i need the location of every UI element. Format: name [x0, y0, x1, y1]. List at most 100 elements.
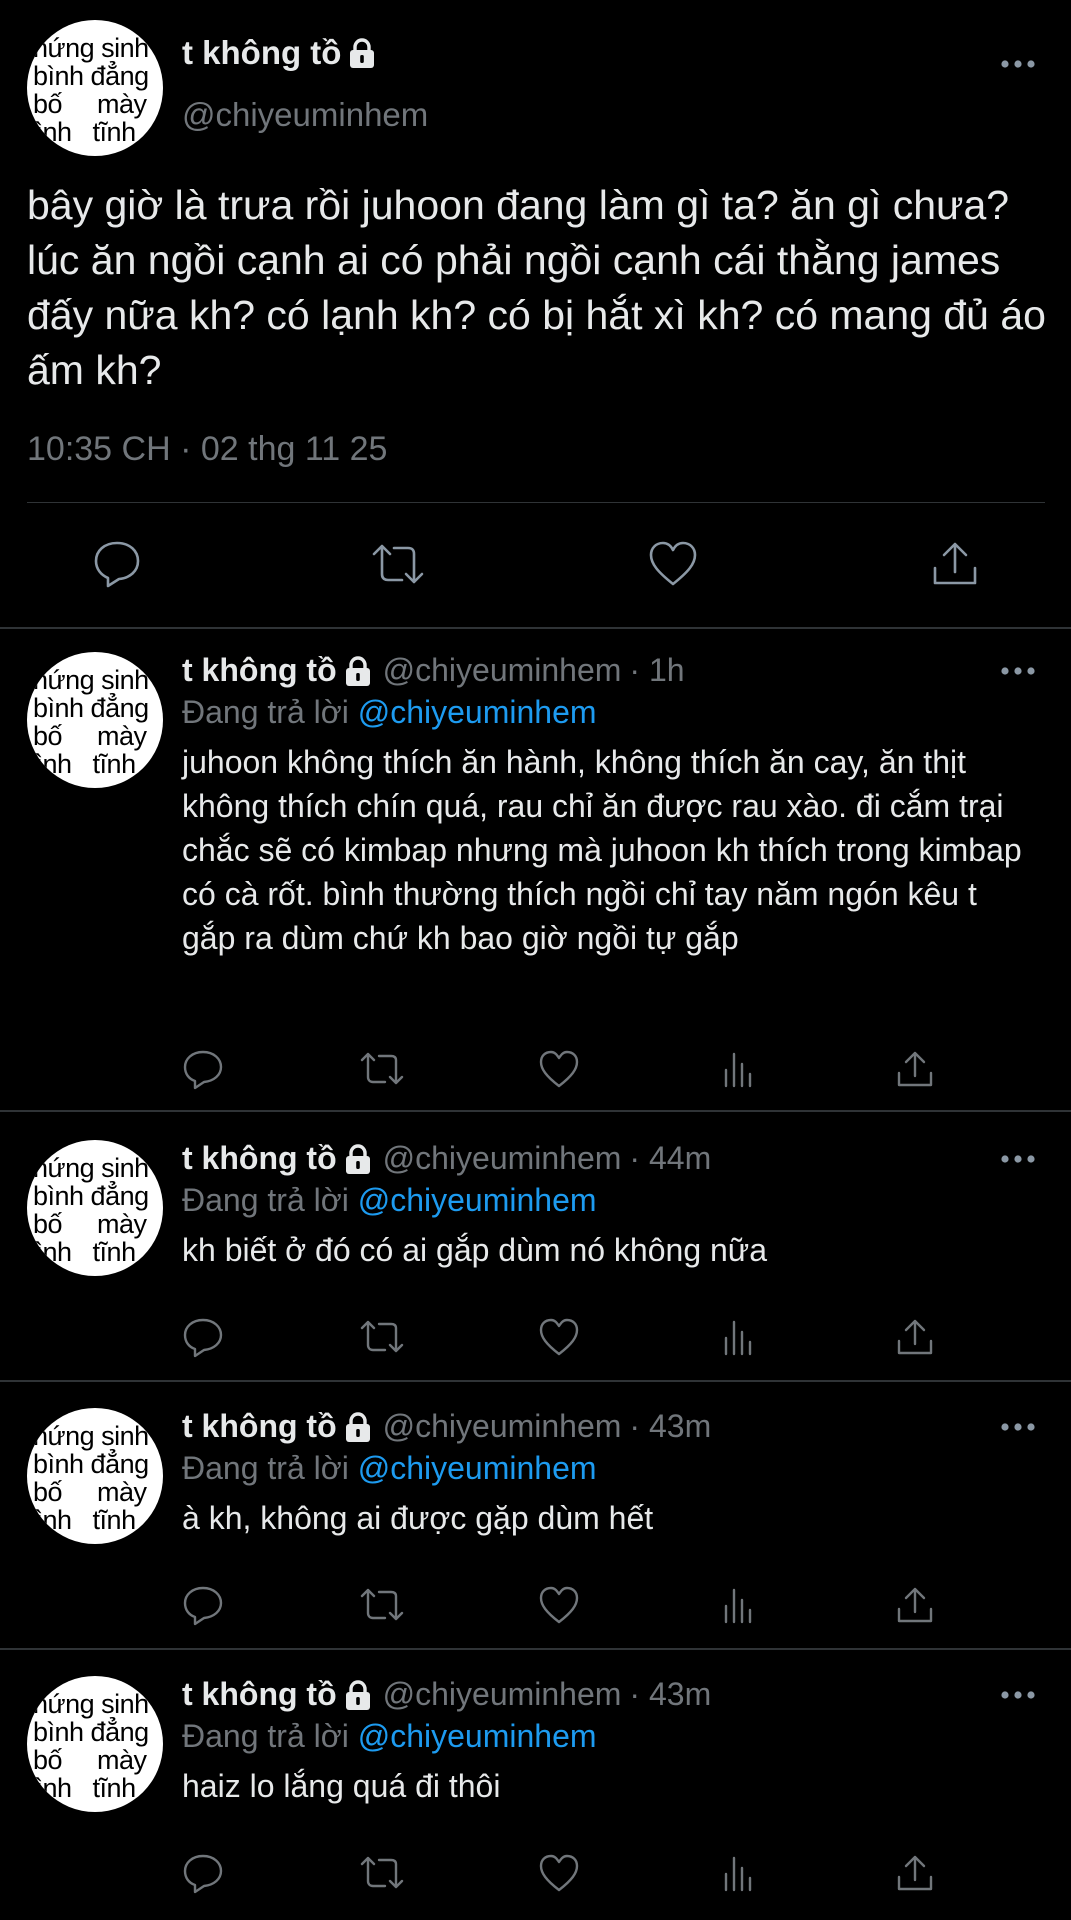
avatar-text-line: bố mày — [33, 721, 147, 751]
avatar-text-line: bố mày — [33, 89, 147, 119]
analytics-icon[interactable] — [718, 1852, 760, 1894]
like-icon[interactable] — [538, 1048, 580, 1090]
handle[interactable]: @chiyeuminhem — [383, 1408, 622, 1445]
display-name[interactable]: t không tồ — [182, 34, 377, 72]
reply-text: kh biết ở đó có ai gắp dùm nó không nữa — [182, 1232, 768, 1268]
avatar[interactable]: hứng sinh bình đẳng bố mày bình tĩnh — [27, 652, 163, 788]
mention-link[interactable]: @chiyeuminhem — [358, 1182, 597, 1218]
avatar-text-line: hứng sinh — [33, 665, 149, 695]
avatar-text-line: bình tĩnh — [27, 1237, 136, 1267]
like-icon[interactable] — [648, 538, 698, 590]
handle[interactable]: @chiyeuminhem — [182, 96, 428, 134]
lock-icon — [343, 1679, 373, 1711]
avatar[interactable]: hứng sinh bình đẳng bố mày bình tĩnh — [27, 1408, 163, 1544]
reply-header: t không tồ @chiyeuminhem · 43m — [182, 1676, 711, 1713]
handle[interactable]: @chiyeuminhem — [383, 1676, 622, 1713]
analytics-icon[interactable] — [718, 1048, 760, 1090]
display-name[interactable]: t không tồ — [182, 1140, 337, 1177]
relative-time[interactable]: · 1h — [629, 652, 684, 689]
mention-link[interactable]: @chiyeuminhem — [358, 1450, 597, 1486]
more-icon[interactable] — [1000, 58, 1036, 70]
reply-header: t không tồ @chiyeuminhem · 1h — [182, 652, 685, 689]
more-icon[interactable] — [1000, 1421, 1036, 1433]
replying-to: Đang trả lời @chiyeuminhem — [182, 1182, 597, 1219]
reply-tweet[interactable]: hứng sinh bình đẳng bố mày bình tĩnh t k… — [0, 1408, 1071, 1648]
share-icon[interactable] — [894, 1316, 936, 1358]
replying-label: Đang trả lời — [182, 1182, 349, 1218]
handle[interactable]: @chiyeuminhem — [383, 652, 622, 689]
avatar-text-line: bình đẳng — [33, 693, 149, 723]
avatar-text-line: bình tĩnh — [27, 117, 136, 147]
retweet-icon[interactable] — [358, 1048, 406, 1090]
main-tweet: hứng sinh bình đẳng bố mày bình tĩnh t k… — [0, 0, 1071, 627]
relative-time[interactable]: · 44m — [629, 1140, 711, 1177]
retweet-icon[interactable] — [358, 1584, 406, 1626]
retweet-icon[interactable] — [370, 538, 426, 590]
display-name[interactable]: t không tồ — [182, 1408, 337, 1445]
lock-icon — [343, 1143, 373, 1175]
retweet-icon[interactable] — [358, 1852, 406, 1894]
analytics-icon[interactable] — [718, 1316, 760, 1358]
like-icon[interactable] — [538, 1316, 580, 1358]
reply-icon[interactable] — [182, 1316, 224, 1358]
relative-time[interactable]: · 43m — [629, 1676, 711, 1713]
reply-text: haiz lo lắng quá đi thôi — [182, 1768, 501, 1804]
reply-icon[interactable] — [182, 1584, 224, 1626]
replying-label: Đang trả lời — [182, 1718, 349, 1754]
divider — [0, 1380, 1071, 1382]
avatar-text-line: bố mày — [33, 1209, 147, 1239]
avatar-text-line: bình đẳng — [33, 61, 149, 91]
mention-link[interactable]: @chiyeuminhem — [358, 694, 597, 730]
share-icon[interactable] — [894, 1852, 936, 1894]
display-name[interactable]: t không tồ — [182, 652, 337, 689]
reply-icon[interactable] — [182, 1048, 224, 1090]
reply-text: à kh, không ai được gặp dùm hết — [182, 1500, 654, 1536]
display-name-text: t không tồ — [182, 34, 342, 71]
avatar-text-line: hứng sinh — [33, 33, 149, 63]
retweet-icon[interactable] — [358, 1316, 406, 1358]
more-icon[interactable] — [1000, 1689, 1036, 1701]
avatar-text-line: bình tĩnh — [27, 1505, 136, 1535]
more-icon[interactable] — [1000, 1153, 1036, 1165]
like-icon[interactable] — [538, 1852, 580, 1894]
replying-to: Đang trả lời @chiyeuminhem — [182, 1718, 597, 1755]
reply-icon[interactable] — [182, 1852, 224, 1894]
avatar-text-line: hứng sinh — [33, 1689, 149, 1719]
analytics-icon[interactable] — [718, 1584, 760, 1626]
avatar-text-line: bình đẳng — [33, 1181, 149, 1211]
more-icon[interactable] — [1000, 665, 1036, 677]
mention-link[interactable]: @chiyeuminhem — [358, 1718, 597, 1754]
avatar-text-line: hứng sinh — [33, 1421, 149, 1451]
separator — [27, 502, 1045, 503]
avatar-text-line: hứng sinh — [33, 1153, 149, 1183]
reply-header: t không tồ @chiyeuminhem · 43m — [182, 1408, 711, 1445]
avatar-text-line: bình đẳng — [33, 1717, 149, 1747]
avatar[interactable]: hứng sinh bình đẳng bố mày bình tĩnh — [27, 1676, 163, 1812]
divider — [0, 1110, 1071, 1112]
reply-tweet[interactable]: hứng sinh bình đẳng bố mày bình tĩnh t k… — [0, 1140, 1071, 1380]
handle[interactable]: @chiyeuminhem — [383, 1140, 622, 1177]
avatar-text-line: bình đẳng — [33, 1449, 149, 1479]
divider — [0, 627, 1071, 629]
avatar-text-line: bố mày — [33, 1745, 147, 1775]
reply-tweet[interactable]: hứng sinh bình đẳng bố mày bình tĩnh t k… — [0, 1676, 1071, 1916]
reply-tweet[interactable]: hứng sinh bình đẳng bố mày bình tĩnh t k… — [0, 652, 1071, 1110]
reply-icon[interactable] — [92, 538, 142, 590]
replying-to: Đang trả lời @chiyeuminhem — [182, 694, 597, 731]
share-icon[interactable] — [894, 1048, 936, 1090]
like-icon[interactable] — [538, 1584, 580, 1626]
avatar-text-line: bố mày — [33, 1477, 147, 1507]
display-name[interactable]: t không tồ — [182, 1676, 337, 1713]
lock-icon — [343, 655, 373, 687]
avatar-text-line: bình tĩnh — [27, 749, 136, 779]
lock-icon — [347, 37, 377, 69]
replying-label: Đang trả lời — [182, 694, 349, 730]
share-icon[interactable] — [930, 538, 980, 590]
replying-label: Đang trả lời — [182, 1450, 349, 1486]
share-icon[interactable] — [894, 1584, 936, 1626]
avatar[interactable]: hứng sinh bình đẳng bố mày bình tĩnh — [27, 20, 163, 156]
relative-time[interactable]: · 43m — [629, 1408, 711, 1445]
divider — [0, 1648, 1071, 1650]
avatar[interactable]: hứng sinh bình đẳng bố mày bình tĩnh — [27, 1140, 163, 1276]
timestamp[interactable]: 10:35 CH · 02 thg 11 25 — [27, 430, 387, 469]
